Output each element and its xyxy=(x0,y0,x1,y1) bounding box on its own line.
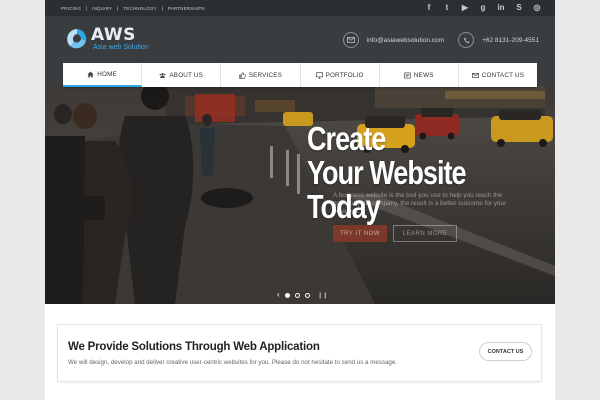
slider-dot[interactable] xyxy=(294,292,300,298)
nav-item-news[interactable]: NEWS xyxy=(380,63,459,87)
nav-label: NEWS xyxy=(413,71,434,79)
hero-title-line1: Create xyxy=(307,120,386,157)
youtube-icon[interactable]: ▶ xyxy=(461,0,469,16)
nav-item-services[interactable]: SERVICES xyxy=(221,63,301,87)
social-links: f t ▶ g in S ◎ xyxy=(425,0,541,16)
slider-dot[interactable] xyxy=(304,292,310,298)
nav-label: HOME xyxy=(97,70,117,78)
top-link-pricing[interactable]: PRICING xyxy=(61,6,81,11)
cta-text: We will design, develop and deliver crea… xyxy=(68,359,398,366)
skype-icon[interactable]: S xyxy=(515,0,523,16)
page-frame: PRICING INQUIRY TECHNOLOGY PARTNERSHIPS … xyxy=(45,0,555,400)
twitter-icon[interactable]: t xyxy=(443,0,451,16)
divider xyxy=(161,5,163,11)
learn-more-button[interactable]: LEARN MORE xyxy=(393,225,457,242)
logo-tagline: Asia web Solution xyxy=(93,44,149,51)
home-icon xyxy=(87,71,94,77)
slider-controls: ‹ ❙❙ xyxy=(277,291,328,299)
envelope-icon xyxy=(342,32,359,48)
top-link-partnerships[interactable]: PARTNERSHIPS xyxy=(168,6,205,11)
instagram-icon[interactable]: ◎ xyxy=(533,0,541,16)
divider xyxy=(117,5,119,11)
top-bar: PRICING INQUIRY TECHNOLOGY PARTNERSHIPS … xyxy=(45,0,555,16)
google-plus-icon[interactable]: g xyxy=(479,0,487,16)
top-links: PRICING INQUIRY TECHNOLOGY PARTNERSHIPS xyxy=(61,0,205,16)
hero-slider: Create Your Website Today A business web… xyxy=(45,86,555,304)
nav-label: PORTFOLIO xyxy=(325,71,364,79)
site-logo[interactable]: AWS Asia web Solution xyxy=(65,25,205,55)
logo-text: AWS xyxy=(91,25,136,45)
nav-label: ABOUT US xyxy=(169,71,204,79)
main-nav: HOME ABOUT US SERVICES PORTFOLIO NEWS CO… xyxy=(63,63,537,87)
nav-label: CONTACT US xyxy=(481,71,525,79)
contact-us-button[interactable]: CONTACT US xyxy=(479,342,532,361)
nav-label: SERVICES xyxy=(248,71,283,79)
logo-swirl-icon xyxy=(67,29,87,49)
cta-box: We Provide Solutions Through Web Applica… xyxy=(57,324,542,382)
top-link-technology[interactable]: TECHNOLOGY xyxy=(123,6,157,11)
divider xyxy=(86,5,88,11)
envelope-icon xyxy=(471,72,479,78)
slider-dot[interactable] xyxy=(284,292,290,298)
linkedin-icon[interactable]: in xyxy=(497,0,505,16)
header-email[interactable]: info@asiawebsolution.com xyxy=(367,37,444,44)
nav-item-about-us[interactable]: ABOUT US xyxy=(142,63,222,87)
top-link-inquiry[interactable]: INQUIRY xyxy=(92,6,112,11)
header-phone[interactable]: +62 8131-209-4551 xyxy=(482,37,539,44)
nav-item-portfolio[interactable]: PORTFOLIO xyxy=(301,63,380,87)
cta-title: We Provide Solutions Through Web Applica… xyxy=(68,341,320,353)
nav-item-contact-us[interactable]: CONTACT US xyxy=(459,63,537,87)
monitor-icon xyxy=(315,71,323,79)
try-it-now-button[interactable]: TRY IT NOW xyxy=(333,225,387,242)
phone-icon xyxy=(458,32,475,48)
facebook-icon[interactable]: f xyxy=(425,0,433,16)
pause-icon[interactable]: ❙❙ xyxy=(318,292,328,299)
header-contact: info@asiawebsolution.com +62 8131-209-45… xyxy=(342,32,539,48)
chevron-left-icon[interactable]: ‹ xyxy=(277,291,280,299)
thumbs-up-icon xyxy=(238,71,246,79)
hero-subtitle: A business website is the tool you use t… xyxy=(333,192,507,215)
nav-item-home[interactable]: HOME xyxy=(63,63,143,87)
users-icon xyxy=(159,72,166,78)
news-icon xyxy=(404,72,411,78)
